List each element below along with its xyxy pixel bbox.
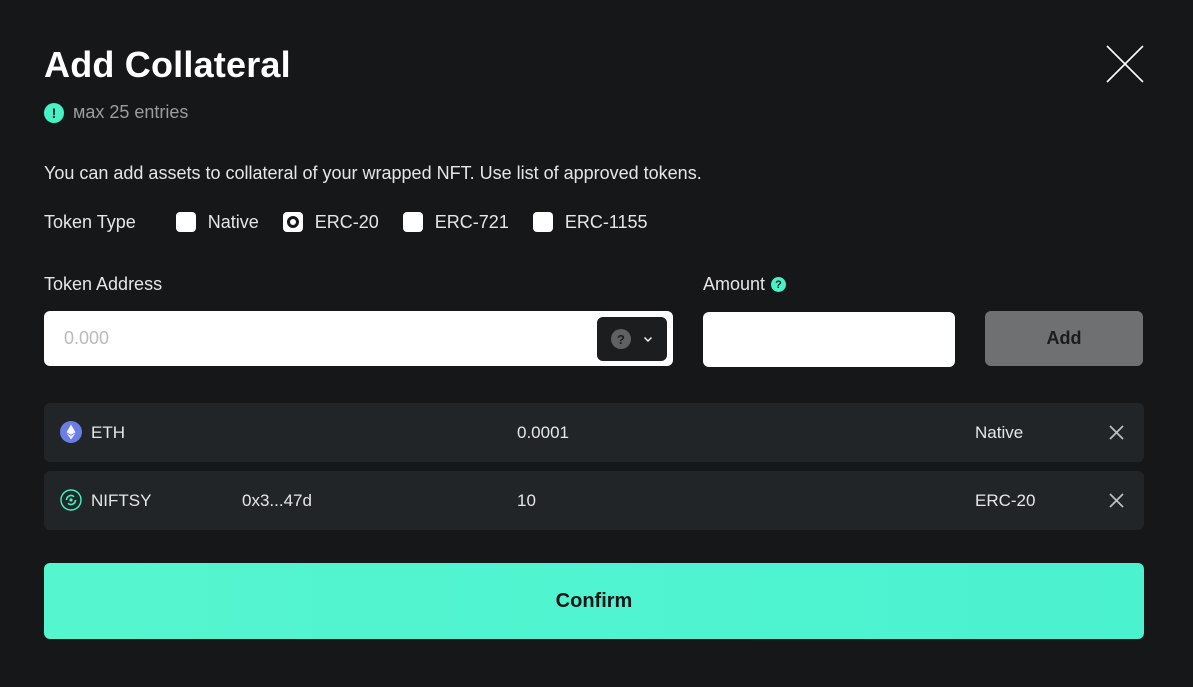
token-amount: 0.0001 bbox=[517, 423, 569, 442]
close-icon bbox=[1106, 45, 1144, 83]
eth-icon bbox=[60, 421, 82, 443]
close-button[interactable] bbox=[1105, 44, 1145, 84]
token-type-erc20[interactable]: ERC-20 bbox=[282, 211, 379, 233]
help-icon[interactable]: ? bbox=[771, 277, 787, 292]
radio-erc721[interactable] bbox=[402, 212, 423, 232]
amount-input[interactable] bbox=[703, 312, 955, 367]
remove-icon[interactable] bbox=[1108, 492, 1125, 509]
token-amount: 10 bbox=[517, 491, 536, 510]
token-type-native[interactable]: Native bbox=[175, 211, 259, 233]
radio-erc1155[interactable] bbox=[532, 212, 553, 232]
token-type: Native bbox=[975, 423, 1024, 442]
token-type: ERC-20 bbox=[975, 491, 1036, 510]
confirm-button[interactable]: Confirm bbox=[44, 563, 1144, 639]
token-address-label: Token Address bbox=[44, 274, 163, 294]
token-address-input[interactable] bbox=[44, 311, 584, 366]
radio-label-erc20: ERC-20 bbox=[314, 211, 379, 232]
radio-native[interactable] bbox=[175, 212, 196, 232]
niftsy-icon bbox=[60, 489, 82, 511]
radio-label-erc1155: ERC-1155 bbox=[564, 211, 648, 232]
radio-label-erc721: ERC-721 bbox=[434, 211, 509, 232]
amount-label: Amount bbox=[703, 274, 766, 294]
radio-label-native: Native bbox=[207, 211, 259, 232]
token-address-field: ? bbox=[44, 311, 673, 366]
radio-erc20[interactable] bbox=[282, 212, 303, 232]
modal-description: You can add assets to collateral of your… bbox=[44, 163, 702, 183]
token-type-label: Token Type bbox=[44, 211, 136, 232]
token-type-erc1155[interactable]: ERC-1155 bbox=[532, 211, 648, 233]
add-collateral-modal: Add Collateral ! мax 25 entries You can … bbox=[0, 0, 1193, 687]
add-button[interactable]: Add bbox=[985, 311, 1143, 366]
collateral-row: ETH 0.0001 Native bbox=[44, 403, 1144, 462]
exclamation-icon: ! bbox=[44, 102, 64, 123]
token-type-erc721[interactable]: ERC-721 bbox=[402, 211, 509, 233]
question-icon: ? bbox=[611, 329, 631, 349]
remove-icon[interactable] bbox=[1108, 424, 1125, 441]
chevron-down-icon bbox=[644, 337, 652, 342]
collateral-row: NIFTSY 0x3...47d 10 ERC-20 bbox=[44, 471, 1144, 530]
amount-label-wrap: Amount ? bbox=[703, 274, 787, 295]
modal-title: Add Collateral bbox=[44, 44, 291, 85]
token-type-selector: Token Type Native ERC-20 ERC-721 ERC-115… bbox=[44, 210, 672, 234]
entries-note: ! мax 25 entries bbox=[44, 102, 188, 123]
token-name: ETH bbox=[91, 423, 125, 442]
token-address: 0x3...47d bbox=[242, 491, 312, 510]
entries-note-text: мax 25 entries bbox=[73, 102, 189, 122]
token-name: NIFTSY bbox=[91, 491, 152, 510]
token-select-dropdown[interactable]: ? bbox=[597, 317, 667, 361]
